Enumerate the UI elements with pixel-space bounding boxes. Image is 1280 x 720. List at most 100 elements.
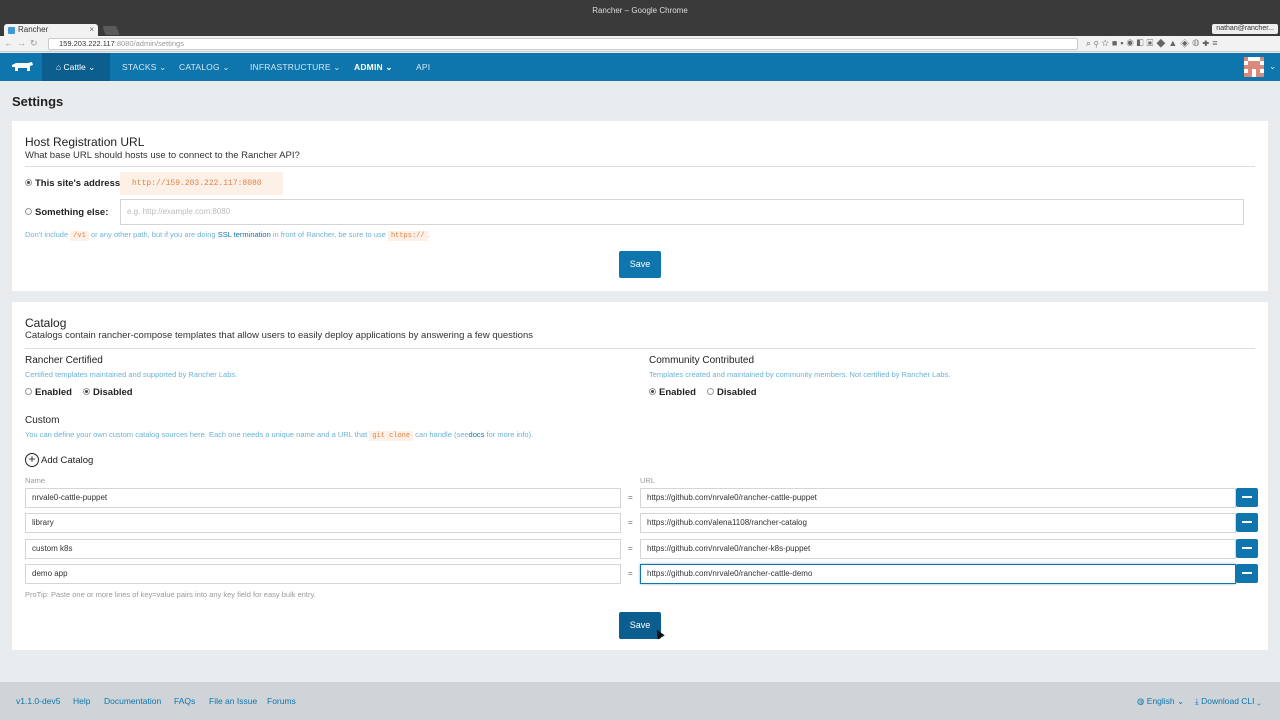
environment-switcher[interactable]: ⌂ Cattle ⌄ [42, 53, 110, 81]
rancher-favicon-icon [8, 27, 15, 34]
nav-stacks[interactable]: STACKS ⌄ [122, 53, 166, 81]
nav-admin[interactable]: ADMIN ⌄ [354, 53, 393, 81]
documentation-link[interactable]: Documentation [104, 696, 161, 706]
extension-icon[interactable]: ◍ [1192, 38, 1202, 48]
catalog-name-input[interactable]: custom k8s [25, 539, 621, 559]
bookmark-star-icon[interactable]: ☆ [1102, 38, 1112, 48]
home-icon: ⌂ [56, 62, 64, 72]
nav-infrastructure-label: INFRASTRUCTURE [250, 62, 331, 72]
divider [25, 166, 1255, 167]
version-link[interactable]: v1.1.0-dev5 [16, 696, 60, 706]
extension-icon[interactable]: ◈ [1180, 38, 1192, 48]
docs-link[interactable]: docs [469, 430, 485, 439]
download-cli-label: Download CLI [1201, 696, 1255, 706]
add-circle-icon: + [25, 453, 39, 467]
catalog-name-input[interactable]: demo app [25, 564, 621, 584]
profile-button[interactable]: nathan@rancher... [1212, 24, 1278, 34]
help-link[interactable]: Help [73, 696, 90, 706]
remove-catalog-button[interactable] [1236, 488, 1258, 507]
protip-text: ProTip: Paste one or more lines of key=v… [25, 590, 316, 599]
community-enabled-radio[interactable] [649, 388, 656, 395]
nav-api-label: API [416, 62, 431, 72]
nav-catalog[interactable]: CATALOG ⌄ [179, 53, 230, 81]
help-code: /v1 [70, 231, 89, 241]
certified-disabled-radio[interactable] [83, 388, 90, 395]
file-issue-link[interactable]: File an Issue [209, 696, 257, 706]
catalog-card: Catalog Catalogs contain rancher-compose… [12, 302, 1268, 650]
app-header: ⌂ Cattle ⌄ STACKS ⌄ CATALOG ⌄ INFRASTRUC… [0, 53, 1280, 81]
back-icon[interactable]: ← [4, 38, 17, 48]
environment-name: Cattle [63, 62, 86, 72]
extension-icon[interactable]: ▣ [1147, 38, 1157, 48]
rancher-logo-icon[interactable] [10, 61, 34, 73]
browser-tab-title: Rancher [18, 25, 49, 34]
catalog-url-input[interactable]: https://github.com/alena1108/rancher-cat… [640, 513, 1236, 533]
forums-link[interactable]: Forums [267, 696, 296, 706]
custom-catalog-desc: You can define your own custom catalog s… [25, 430, 534, 441]
catalog-title: Catalog [25, 316, 67, 330]
help-code: git clone [369, 431, 414, 441]
zoom-icon[interactable]: ⌕ [1086, 38, 1094, 48]
new-tab-button[interactable] [102, 26, 120, 35]
certified-enabled-radio[interactable] [25, 388, 32, 395]
url-column-header: URL [640, 476, 656, 485]
community-enabled-label: Enabled [659, 387, 696, 398]
chevron-down-icon: ⌄ [385, 62, 393, 72]
extension-icon[interactable]: ✚ [1202, 38, 1212, 48]
catalog-url-input[interactable]: https://github.com/nrvale0/rancher-cattl… [640, 488, 1236, 508]
this-site-radio[interactable] [25, 179, 32, 186]
catalog-subtitle: Catalogs contain rancher-compose templat… [25, 330, 533, 341]
url-input[interactable]: 159.203.222.117:8080/admin/settings [48, 38, 1078, 50]
extension-icon[interactable]: ◉ [1127, 38, 1137, 48]
equals-sign: = [628, 518, 633, 527]
download-cli-button[interactable]: ⤓ Download CLI ⌄ [1195, 696, 1261, 707]
chrome-menu-icon[interactable]: ≡ [1212, 38, 1220, 48]
equals-sign: = [628, 569, 633, 578]
community-contributed-title: Community Contributed [649, 355, 755, 366]
extension-icon[interactable]: ◆ [1156, 38, 1168, 48]
language-selector[interactable]: ◍ English ⌄ [1137, 696, 1184, 707]
globe-icon: ◍ [1137, 696, 1147, 706]
rancher-certified-desc: Certified templates maintained and suppo… [25, 370, 238, 379]
help-text: or any other path, but if you are doing [90, 230, 216, 239]
close-tab-icon[interactable]: × [89, 24, 94, 36]
ssl-termination-link[interactable]: SSL termination [218, 230, 271, 239]
extension-icon[interactable]: ▲ [1168, 38, 1180, 48]
something-else-input[interactable]: e.g. http://example.com:8080 [120, 199, 1244, 225]
forward-icon[interactable]: → [17, 38, 30, 48]
user-avatar[interactable] [1244, 57, 1264, 77]
name-column-header: Name [25, 476, 46, 485]
add-catalog-label: Add Catalog [41, 455, 94, 466]
catalog-name-input[interactable]: library [25, 513, 621, 533]
nav-api[interactable]: API [416, 53, 430, 81]
url-host: 159.203.222.117 [59, 39, 115, 48]
catalog-name-input[interactable]: nrvale0-cattle-puppet [25, 488, 621, 508]
nav-buttons: ←→↻ [4, 38, 42, 49]
help-text: for more info). [486, 430, 534, 439]
help-text: can handle (see [415, 430, 469, 439]
something-else-radio[interactable] [25, 208, 32, 215]
chevron-down-icon: ⌄ [85, 62, 96, 72]
nav-infrastructure[interactable]: INFRASTRUCTURE ⌄ [250, 53, 341, 81]
chevron-down-icon: ⌄ [1174, 696, 1185, 706]
location-icon[interactable]: ⚲ [1094, 38, 1101, 48]
chevron-down-icon: ⌄ [222, 62, 230, 72]
reload-icon[interactable]: ↻ [30, 38, 42, 48]
catalog-url-input[interactable]: https://github.com/nrvale0/rancher-cattl… [640, 564, 1236, 584]
page-title: Settings [12, 94, 64, 109]
ssl-help-text: Don't include /v1 or any other path, but… [25, 230, 430, 241]
catalog-url-input[interactable]: https://github.com/nrvale0/rancher-k8s-p… [640, 539, 1236, 559]
chevron-down-icon: ⌄ [1254, 696, 1261, 706]
remove-catalog-button[interactable] [1236, 564, 1258, 583]
certified-enabled-label: Enabled [35, 387, 72, 398]
nav-catalog-label: CATALOG [179, 62, 220, 72]
save-host-registration-button[interactable]: Save [619, 251, 661, 278]
remove-catalog-button[interactable] [1236, 513, 1258, 532]
browser-tab[interactable]: Rancher × [4, 24, 98, 36]
chevron-down-icon[interactable]: ⌄ [1269, 53, 1276, 81]
extension-icon[interactable]: ◧ [1137, 38, 1147, 48]
remove-catalog-button[interactable] [1236, 539, 1258, 558]
community-disabled-radio[interactable] [707, 388, 714, 395]
faqs-link[interactable]: FAQs [174, 696, 195, 706]
nav-admin-label: ADMIN [354, 62, 383, 72]
